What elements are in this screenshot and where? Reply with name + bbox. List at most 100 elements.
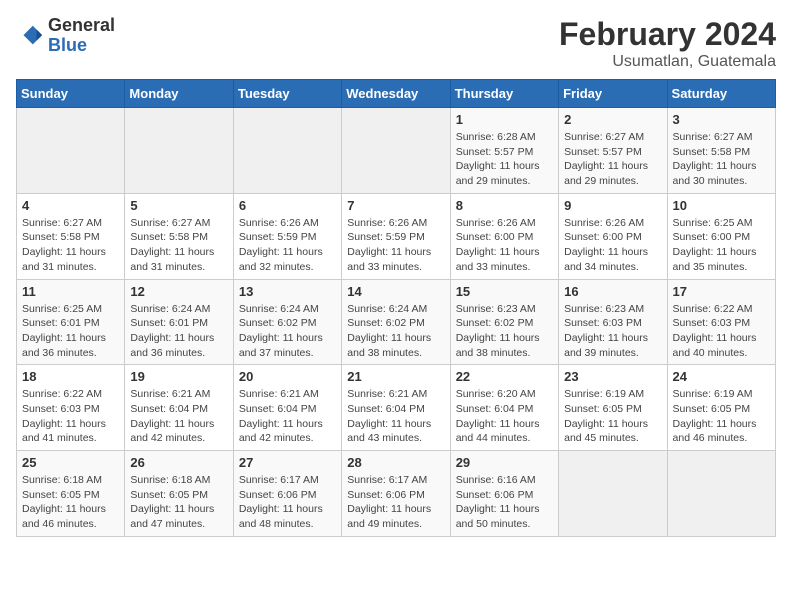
calendar-cell: 22 Sunrise: 6:20 AMSunset: 6:04 PMDayligh… <box>450 365 558 451</box>
title-block: February 2024 Usumatlan, Guatemala <box>559 16 776 71</box>
day-number: 3 <box>673 112 770 127</box>
page-title: February 2024 <box>559 16 776 53</box>
calendar-cell: 24Sunrise: 6:19 AMSunset: 6:05 PMDayligh… <box>667 365 775 451</box>
day-number: 7 <box>347 198 444 213</box>
calendar-cell: 29 Sunrise: 6:16 AMSunset: 6:06 PMDayligh… <box>450 451 558 537</box>
day-number: 8 <box>456 198 553 213</box>
calendar-cell: 15 Sunrise: 6:23 AMSunset: 6:02 PMDayligh… <box>450 279 558 365</box>
day-number: 2 <box>564 112 661 127</box>
week-row-4: 18 Sunrise: 6:22 AMSunset: 6:03 PMDayligh… <box>17 365 776 451</box>
week-row-5: 25 Sunrise: 6:18 AMSunset: 6:05 PMDayligh… <box>17 451 776 537</box>
day-info: Sunrise: 6:18 AMSunset: 6:05 PMDaylight:… <box>130 473 227 532</box>
day-info: Sunrise: 6:17 AMSunset: 6:06 PMDaylight:… <box>347 473 444 532</box>
day-info: Sunrise: 6:21 AMSunset: 6:04 PMDaylight:… <box>130 387 227 446</box>
day-info: Sunrise: 6:25 AMSunset: 6:01 PMDaylight:… <box>22 302 119 361</box>
calendar-cell <box>17 108 125 194</box>
week-row-3: 11 Sunrise: 6:25 AMSunset: 6:01 PMDayligh… <box>17 279 776 365</box>
calendar-cell: 16Sunrise: 6:23 AMSunset: 6:03 PMDayligh… <box>559 279 667 365</box>
day-number: 10 <box>673 198 770 213</box>
day-number: 4 <box>22 198 119 213</box>
calendar-cell <box>342 108 450 194</box>
day-info: Sunrise: 6:27 AMSunset: 5:58 PMDaylight:… <box>673 130 770 189</box>
day-info: Sunrise: 6:21 AMSunset: 6:04 PMDaylight:… <box>239 387 336 446</box>
day-info: Sunrise: 6:26 AMSunset: 6:00 PMDaylight:… <box>456 216 553 275</box>
day-number: 12 <box>130 284 227 299</box>
header-tuesday: Tuesday <box>233 80 341 108</box>
logo-icon <box>16 22 44 50</box>
calendar-cell: 11 Sunrise: 6:25 AMSunset: 6:01 PMDayligh… <box>17 279 125 365</box>
day-info: Sunrise: 6:17 AMSunset: 6:06 PMDaylight:… <box>239 473 336 532</box>
calendar-cell: 14Sunrise: 6:24 AMSunset: 6:02 PMDayligh… <box>342 279 450 365</box>
calendar-cell: 17 Sunrise: 6:22 AMSunset: 6:03 PMDayligh… <box>667 279 775 365</box>
day-info: Sunrise: 6:23 AMSunset: 6:02 PMDaylight:… <box>456 302 553 361</box>
day-number: 19 <box>130 369 227 384</box>
day-info: Sunrise: 6:25 AMSunset: 6:00 PMDaylight:… <box>673 216 770 275</box>
calendar-cell: 8 Sunrise: 6:26 AMSunset: 6:00 PMDaylight… <box>450 193 558 279</box>
day-number: 13 <box>239 284 336 299</box>
calendar-header: SundayMondayTuesdayWednesdayThursdayFrid… <box>17 80 776 108</box>
day-info: Sunrise: 6:22 AMSunset: 6:03 PMDaylight:… <box>673 302 770 361</box>
day-number: 22 <box>456 369 553 384</box>
day-number: 24 <box>673 369 770 384</box>
header-saturday: Saturday <box>667 80 775 108</box>
day-number: 9 <box>564 198 661 213</box>
calendar-cell: 4 Sunrise: 6:27 AMSunset: 5:58 PMDaylight… <box>17 193 125 279</box>
header-friday: Friday <box>559 80 667 108</box>
day-number: 21 <box>347 369 444 384</box>
calendar-cell <box>233 108 341 194</box>
day-info: Sunrise: 6:20 AMSunset: 6:04 PMDaylight:… <box>456 387 553 446</box>
header-row: SundayMondayTuesdayWednesdayThursdayFrid… <box>17 80 776 108</box>
day-number: 26 <box>130 455 227 470</box>
day-info: Sunrise: 6:21 AMSunset: 6:04 PMDaylight:… <box>347 387 444 446</box>
day-info: Sunrise: 6:27 AMSunset: 5:58 PMDaylight:… <box>22 216 119 275</box>
day-number: 1 <box>456 112 553 127</box>
day-info: Sunrise: 6:28 AMSunset: 5:57 PMDaylight:… <box>456 130 553 189</box>
day-number: 28 <box>347 455 444 470</box>
calendar-cell <box>125 108 233 194</box>
day-number: 17 <box>673 284 770 299</box>
day-info: Sunrise: 6:27 AMSunset: 5:58 PMDaylight:… <box>130 216 227 275</box>
calendar-cell: 2Sunrise: 6:27 AMSunset: 5:57 PMDaylight… <box>559 108 667 194</box>
calendar-cell: 23 Sunrise: 6:19 AMSunset: 6:05 PMDayligh… <box>559 365 667 451</box>
calendar-cell: 19 Sunrise: 6:21 AMSunset: 6:04 PMDayligh… <box>125 365 233 451</box>
logo: General Blue <box>16 16 115 56</box>
calendar-cell <box>667 451 775 537</box>
day-info: Sunrise: 6:26 AMSunset: 6:00 PMDaylight:… <box>564 216 661 275</box>
calendar-cell: 20Sunrise: 6:21 AMSunset: 6:04 PMDayligh… <box>233 365 341 451</box>
header-thursday: Thursday <box>450 80 558 108</box>
day-number: 29 <box>456 455 553 470</box>
header-wednesday: Wednesday <box>342 80 450 108</box>
day-number: 18 <box>22 369 119 384</box>
day-number: 27 <box>239 455 336 470</box>
calendar-cell: 1 Sunrise: 6:28 AMSunset: 5:57 PMDaylight… <box>450 108 558 194</box>
logo-blue-text: Blue <box>48 35 87 55</box>
calendar-cell: 6 Sunrise: 6:26 AMSunset: 5:59 PMDaylight… <box>233 193 341 279</box>
day-number: 6 <box>239 198 336 213</box>
day-info: Sunrise: 6:26 AMSunset: 5:59 PMDaylight:… <box>239 216 336 275</box>
week-row-2: 4 Sunrise: 6:27 AMSunset: 5:58 PMDaylight… <box>17 193 776 279</box>
calendar-cell: 21 Sunrise: 6:21 AMSunset: 6:04 PMDayligh… <box>342 365 450 451</box>
calendar-cell <box>559 451 667 537</box>
day-info: Sunrise: 6:24 AMSunset: 6:02 PMDaylight:… <box>239 302 336 361</box>
day-info: Sunrise: 6:26 AMSunset: 5:59 PMDaylight:… <box>347 216 444 275</box>
page-header: General Blue February 2024 Usumatlan, Gu… <box>16 16 776 71</box>
calendar-cell: 7 Sunrise: 6:26 AMSunset: 5:59 PMDaylight… <box>342 193 450 279</box>
day-number: 11 <box>22 284 119 299</box>
calendar-cell: 3 Sunrise: 6:27 AMSunset: 5:58 PMDaylight… <box>667 108 775 194</box>
calendar-cell: 18 Sunrise: 6:22 AMSunset: 6:03 PMDayligh… <box>17 365 125 451</box>
day-info: Sunrise: 6:24 AMSunset: 6:02 PMDaylight:… <box>347 302 444 361</box>
day-info: Sunrise: 6:16 AMSunset: 6:06 PMDaylight:… <box>456 473 553 532</box>
calendar-cell: 10 Sunrise: 6:25 AMSunset: 6:00 PMDayligh… <box>667 193 775 279</box>
day-number: 23 <box>564 369 661 384</box>
day-info: Sunrise: 6:22 AMSunset: 6:03 PMDaylight:… <box>22 387 119 446</box>
day-info: Sunrise: 6:23 AMSunset: 6:03 PMDaylight:… <box>564 302 661 361</box>
logo-general-text: General <box>48 15 115 35</box>
calendar-body: 1 Sunrise: 6:28 AMSunset: 5:57 PMDaylight… <box>17 108 776 537</box>
day-number: 15 <box>456 284 553 299</box>
calendar-cell: 27 Sunrise: 6:17 AMSunset: 6:06 PMDayligh… <box>233 451 341 537</box>
calendar-cell: 28 Sunrise: 6:17 AMSunset: 6:06 PMDayligh… <box>342 451 450 537</box>
day-number: 25 <box>22 455 119 470</box>
calendar-cell: 26 Sunrise: 6:18 AMSunset: 6:05 PMDayligh… <box>125 451 233 537</box>
day-info: Sunrise: 6:19 AMSunset: 6:05 PMDaylight:… <box>564 387 661 446</box>
day-info: Sunrise: 6:18 AMSunset: 6:05 PMDaylight:… <box>22 473 119 532</box>
